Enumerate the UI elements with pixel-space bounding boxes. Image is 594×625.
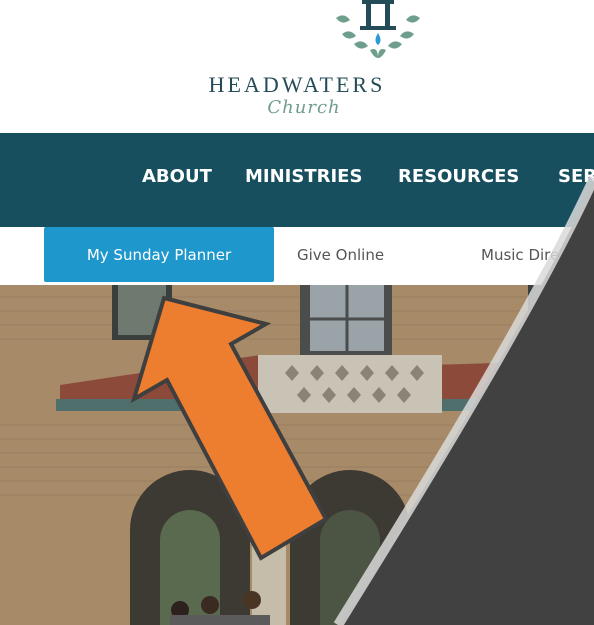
- site-header: HEADWATERS Church: [0, 0, 594, 133]
- nav-item-services[interactable]: SER: [558, 166, 594, 187]
- logo-subtitle: Church: [267, 97, 341, 118]
- main-nav: ABOUT MINISTRIES RESOURCES SER: [0, 133, 594, 227]
- music-directory-link[interactable]: Music Direc: [481, 246, 567, 264]
- nav-item-ministries[interactable]: MINISTRIES: [245, 166, 362, 187]
- logo-wordmark[interactable]: HEADWATERS: [0, 72, 594, 98]
- my-sunday-planner-button[interactable]: My Sunday Planner: [44, 227, 274, 282]
- nav-item-about[interactable]: ABOUT: [142, 166, 212, 187]
- church-building-illustration: [0, 285, 594, 625]
- give-online-link[interactable]: Give Online: [297, 246, 384, 264]
- hero-photo: [0, 285, 594, 625]
- sub-nav: My Sunday Planner Give Online Music Dire…: [0, 227, 594, 286]
- nav-item-resources[interactable]: RESOURCES: [398, 166, 519, 187]
- website-page: HEADWATERS Church ABOUT MINISTRIES RESOU…: [0, 0, 594, 625]
- church-logo-icon[interactable]: [330, 0, 426, 62]
